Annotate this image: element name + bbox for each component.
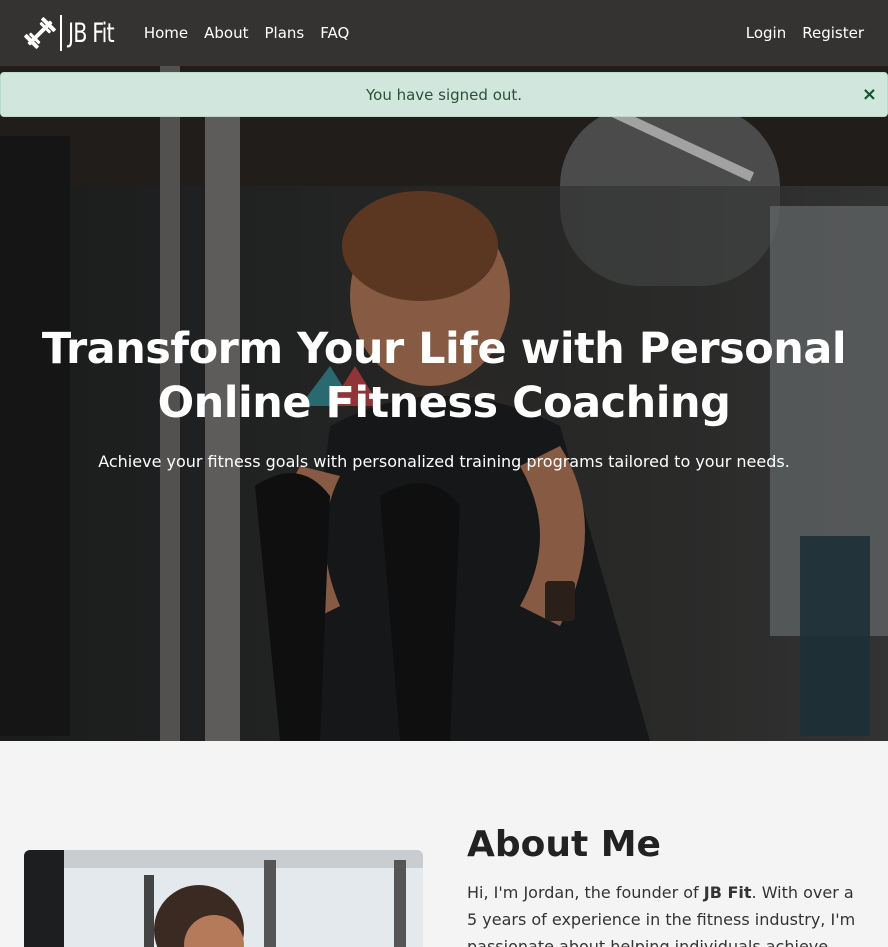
- nav-plans[interactable]: Plans: [264, 24, 304, 42]
- hero-subtitle: Achieve your fitness goals with personal…: [98, 452, 790, 471]
- brand-logo[interactable]: JB Fit: [24, 13, 122, 53]
- brand-divider: [60, 15, 62, 51]
- hero-content: Transform Your Life with Personal Online…: [0, 322, 888, 471]
- about-text: Hi, I'm Jordan, the founder of JB Fit. W…: [467, 879, 867, 947]
- about-text-intro: Hi, I'm Jordan, the founder of: [467, 883, 704, 902]
- nav-login[interactable]: Login: [746, 24, 786, 42]
- nav-register[interactable]: Register: [802, 24, 864, 42]
- about-text-brand: JB Fit: [703, 883, 752, 902]
- nav-links-left: Home About Plans FAQ: [144, 24, 349, 42]
- nav-about[interactable]: About: [204, 24, 248, 42]
- alert-message: You have signed out.: [365, 85, 523, 104]
- nav-home[interactable]: Home: [144, 24, 188, 42]
- nav-faq[interactable]: FAQ: [320, 24, 349, 42]
- dumbbell-icon: [24, 13, 56, 53]
- close-icon[interactable]: ×: [862, 84, 877, 105]
- signout-alert: You have signed out. ×: [0, 72, 888, 117]
- hero-section: Transform Your Life with Personal Online…: [0, 66, 888, 741]
- about-image: [24, 850, 423, 947]
- hero-title: Transform Your Life with Personal Online…: [41, 324, 847, 428]
- brand-name: JB Fit: [68, 17, 115, 49]
- about-title: About Me: [467, 824, 661, 865]
- navbar: JB Fit Home About Plans FAQ Login Regist…: [0, 0, 888, 66]
- nav-links-right: Login Register: [746, 24, 864, 42]
